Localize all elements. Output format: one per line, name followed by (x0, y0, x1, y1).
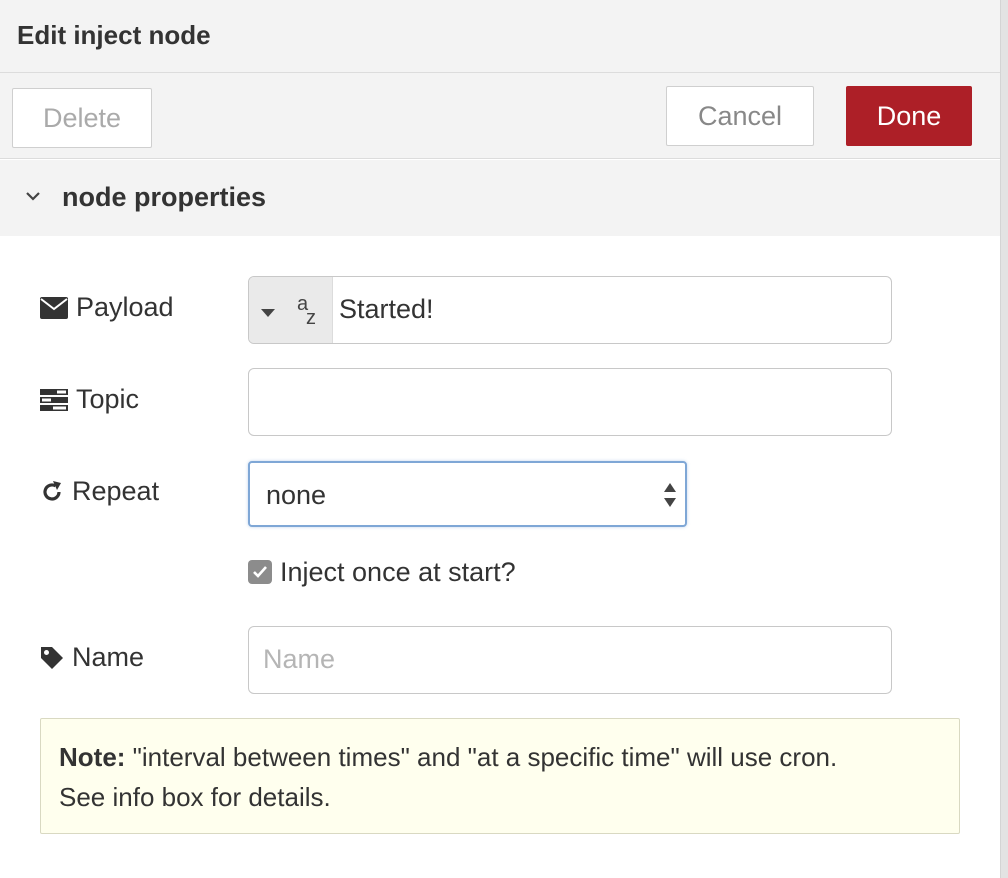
tasks-icon (40, 388, 68, 411)
payload-value[interactable]: Started! (339, 294, 434, 325)
node-properties-section[interactable]: node properties (0, 160, 1000, 236)
tray-toolbar: Delete Cancel Done (0, 73, 1000, 159)
caret-down-icon (261, 309, 275, 317)
repeat-selected-value: none (266, 480, 327, 510)
inject-once-row: Inject once at start? (248, 556, 516, 588)
name-placeholder[interactable]: Name (263, 644, 335, 675)
tag-icon (41, 646, 63, 669)
name-input[interactable]: Name (248, 626, 892, 694)
repeat-label: Repeat (40, 476, 159, 507)
inject-once-label[interactable]: Inject once at start? (280, 557, 516, 588)
payload-input[interactable]: az Started! (248, 276, 892, 344)
name-label-text: Name (72, 642, 145, 672)
note-prefix: Note: (59, 742, 126, 772)
payload-label-text: Payload (76, 292, 174, 322)
repeat-select[interactable]: none (248, 461, 687, 527)
tray-title: Edit inject node (17, 20, 211, 50)
envelope-icon (40, 296, 68, 319)
topic-input[interactable] (248, 368, 892, 436)
payload-label: Payload (40, 292, 174, 323)
note-line-2: See info box for details. (59, 782, 331, 812)
select-arrows-icon (664, 483, 676, 507)
repeat-icon (43, 480, 61, 501)
tray-resize-edge[interactable] (1000, 0, 1008, 878)
name-label: Name (40, 642, 144, 673)
note-text: "interval between times" and "at a speci… (125, 742, 838, 772)
payload-type-button[interactable]: az (249, 277, 333, 343)
chevron-down-icon (26, 192, 40, 201)
cron-note: Note: "interval between times" and "at a… (40, 718, 960, 834)
done-button[interactable]: Done (846, 86, 972, 146)
checkmark-icon (253, 566, 267, 578)
tray-header: Edit inject node (0, 0, 1000, 73)
repeat-label-text: Repeat (72, 476, 160, 506)
topic-label: Topic (40, 384, 139, 415)
edit-tray: Edit inject node Delete Cancel Done node… (0, 0, 1000, 878)
topic-label-text: Topic (76, 384, 140, 414)
section-title: node properties (62, 182, 267, 212)
cancel-button[interactable]: Cancel (666, 86, 814, 146)
delete-button[interactable]: Delete (12, 88, 152, 148)
note-line-1: Note: "interval between times" and "at a… (59, 737, 941, 777)
inject-once-checkbox[interactable] (248, 560, 272, 584)
